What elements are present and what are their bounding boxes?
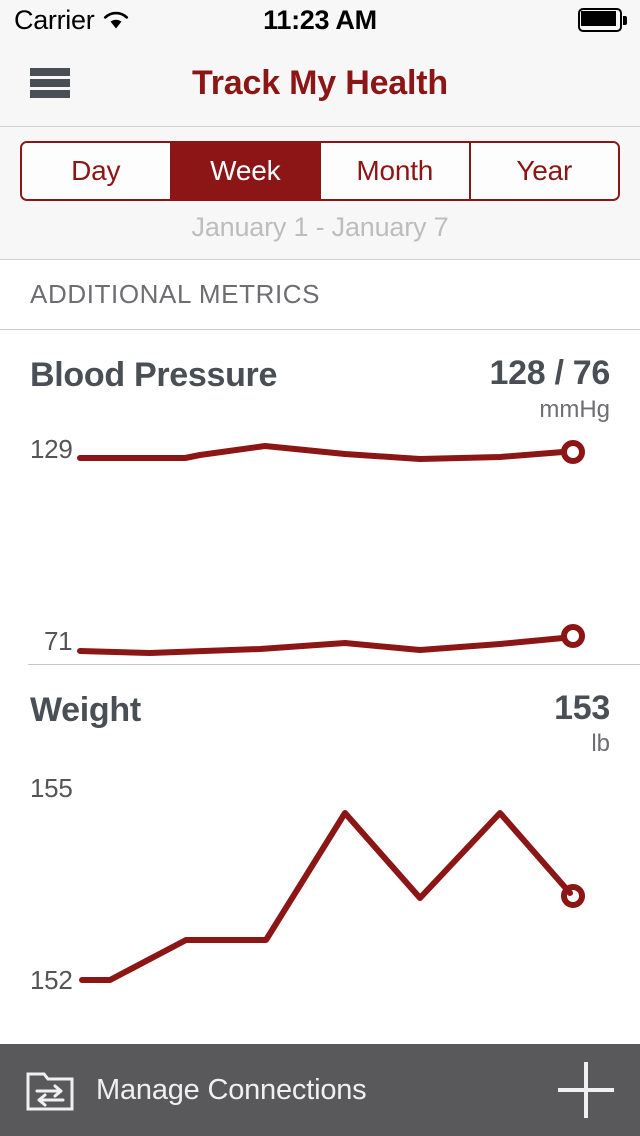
axis-label-weight-top: 155 — [30, 773, 73, 804]
metric-title: Weight — [30, 690, 141, 729]
segment-month[interactable]: Month — [321, 143, 471, 199]
segmented-control[interactable]: Day Week Month Year — [20, 141, 620, 201]
weight-line — [79, 810, 573, 984]
metric-readout: 128 / 76 mmHg — [489, 354, 611, 424]
segment-day[interactable]: Day — [22, 143, 172, 199]
metric-title: Blood Pressure — [30, 356, 278, 394]
segment-year[interactable]: Year — [470, 143, 618, 199]
manage-connections-label[interactable]: Manage Connections — [96, 1074, 367, 1107]
hamburger-menu-icon[interactable] — [30, 68, 70, 98]
navigation-bar: Track My Health — [0, 40, 640, 127]
metric-blood-pressure[interactable]: Blood Pressure 128 / 76 mmHg 129 71 — [0, 330, 640, 664]
blood-pressure-plot — [77, 439, 585, 656]
page-title: Track My Health — [192, 63, 448, 102]
date-range-label: January 1 - January 7 — [0, 201, 640, 259]
metric-value: 128 / 76 — [489, 354, 611, 392]
axis-label-weight-bottom: 152 — [30, 965, 73, 996]
status-bar-left: Carrier — [14, 5, 129, 36]
metric-value: 153 — [554, 688, 610, 727]
period-selector: Day Week Month Year — [0, 127, 640, 201]
axis-label-systolic: 129 — [30, 433, 73, 464]
axis-label-diastolic: 71 — [44, 625, 73, 656]
metric-header-row: Blood Pressure 128 / 76 mmHg — [0, 330, 640, 424]
metric-readout: 153 lb — [554, 688, 610, 759]
section-header-additional-metrics: ADDITIONAL METRICS — [0, 260, 640, 329]
status-bar-right — [578, 8, 627, 32]
diastolic-line — [77, 634, 566, 656]
systolic-endpoint-marker — [561, 439, 585, 464]
metric-header-row: Weight 153 lb — [0, 665, 640, 759]
metric-weight[interactable]: Weight 153 lb 155 152 — [0, 664, 640, 1009]
battery-full-icon — [578, 8, 627, 32]
weight-endpoint-marker — [561, 884, 585, 909]
blood-pressure-chart: 129 71 — [0, 424, 640, 664]
systolic-line — [77, 442, 566, 462]
metric-unit: mmHg — [539, 395, 610, 423]
metric-unit: lb — [591, 730, 610, 758]
manage-connections-folder-icon[interactable] — [26, 1069, 74, 1111]
weight-chart: 155 152 — [0, 758, 640, 1008]
diastolic-endpoint-marker — [561, 623, 585, 648]
segment-week[interactable]: Week — [171, 143, 321, 199]
carrier-label: Carrier — [14, 4, 95, 35]
bottom-toolbar: Manage Connections — [0, 1044, 640, 1136]
status-bar: Carrier 11:23 AM — [0, 0, 640, 40]
app-screen: Carrier 11:23 AM Track My Health Day Wee… — [0, 0, 640, 1136]
plus-icon[interactable] — [558, 1062, 614, 1118]
weight-plot — [79, 810, 585, 984]
wifi-icon — [103, 10, 129, 30]
